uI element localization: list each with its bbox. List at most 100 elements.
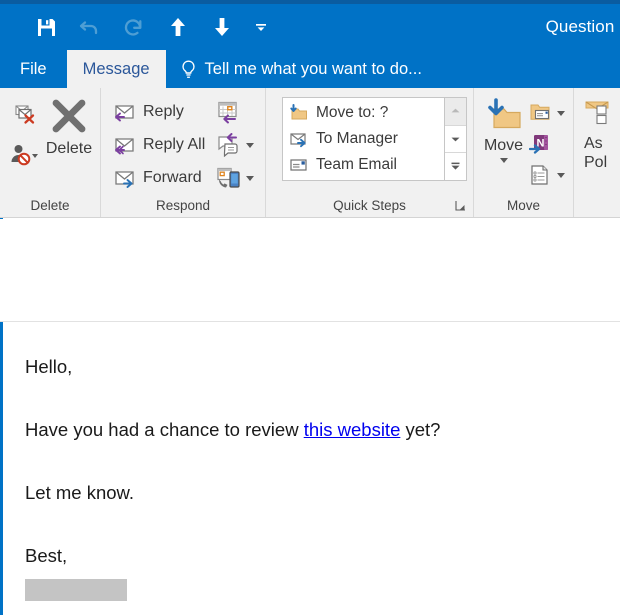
reply-button[interactable]: Reply — [107, 96, 209, 128]
save-icon — [37, 18, 55, 36]
move-button-label: Move — [483, 137, 524, 154]
scroll-down-icon — [451, 137, 460, 142]
ribbon: Delete Delete Reply Reply All Forward Re… — [0, 88, 620, 218]
move-to-folder-icon — [290, 104, 307, 120]
ribbon-group-label-quick-steps-text: Quick Steps — [333, 198, 406, 213]
body-line-let-me-know: Let me know. — [25, 482, 135, 503]
ribbon-group-label-quick-steps: Quick Steps — [266, 195, 473, 217]
meeting-calendar-icon — [218, 101, 237, 124]
ribbon-group-tags: As Pol — [574, 88, 620, 217]
reply-all-envelope-icon — [115, 138, 134, 155]
redo-button[interactable] — [112, 7, 156, 47]
body-line-question: Have you had a chance to review this web… — [25, 418, 620, 442]
chevron-down-icon[interactable] — [246, 175, 255, 181]
ignore-button[interactable] — [6, 98, 44, 132]
chevron-down-icon[interactable] — [499, 158, 508, 163]
tab-message[interactable]: Message — [66, 50, 166, 88]
forward-button[interactable]: Forward — [107, 162, 209, 194]
tell-me-search[interactable]: Tell me what you want to do... — [166, 50, 436, 88]
undo-button[interactable] — [68, 7, 112, 47]
ribbon-group-respond: Reply Reply All Forward Respond — [101, 88, 266, 217]
reply-label: Reply — [143, 103, 184, 120]
ribbon-group-move: Move N Move — [474, 88, 574, 217]
quick-steps-gallery: Move to: ? To Manager Team Email — [282, 97, 467, 181]
quick-step-team-email[interactable]: Team Email — [283, 152, 444, 178]
rules-folder-icon — [530, 104, 550, 120]
tab-file[interactable]: File — [0, 50, 67, 88]
chevron-down-icon[interactable] — [557, 110, 565, 116]
forward-label: Forward — [143, 169, 202, 186]
ribbon-tab-strip: File Message Tell me what you want to do… — [0, 50, 620, 88]
quick-step-to-manager[interactable]: To Manager — [283, 126, 444, 152]
next-item-button[interactable] — [200, 7, 244, 47]
quick-steps-more-button[interactable] — [445, 153, 466, 180]
quick-access-toolbar — [24, 4, 278, 50]
junk-button[interactable] — [6, 138, 44, 172]
ribbon-group-quick-steps: Move to: ? To Manager Team Email Quick S… — [266, 88, 474, 217]
reply-all-label: Reply All — [143, 136, 206, 153]
dialog-launcher-icon — [455, 201, 465, 211]
body-line-greeting: Hello, — [25, 356, 73, 377]
previous-item-button[interactable] — [156, 7, 200, 47]
body-text-before-link: Have you had a chance to review — [25, 419, 304, 440]
delete-button-label: Delete — [45, 140, 93, 157]
delete-button[interactable]: Delete — [44, 94, 94, 158]
onenote-button[interactable]: N — [527, 129, 567, 159]
undo-icon — [79, 20, 98, 34]
signature-name-redacted — [25, 579, 127, 601]
message-body[interactable]: Hello, Have you had a chance to review t… — [3, 323, 620, 615]
down-arrow-icon — [215, 18, 229, 36]
quick-steps-dialog-launcher[interactable] — [454, 198, 468, 212]
junk-person-icon — [11, 145, 38, 166]
more-respond-options-button[interactable] — [213, 129, 257, 161]
ribbon-group-delete: Delete Delete — [0, 88, 101, 217]
forward-envelope-icon — [115, 171, 134, 188]
quick-steps-scrollbar[interactable] — [444, 98, 466, 180]
chat-bubble-icon — [218, 133, 238, 157]
reply-by-phone-button[interactable] — [213, 162, 257, 194]
scroll-up-icon — [451, 108, 460, 113]
assign-policy-envelope-icon — [585, 101, 609, 125]
rules-button[interactable] — [527, 98, 567, 128]
reply-all-button[interactable]: Reply All — [107, 129, 209, 161]
body-text-after-link: yet? — [400, 419, 441, 440]
actions-document-icon — [531, 165, 548, 185]
quick-step-to-manager-label: To Manager — [316, 130, 398, 147]
assign-policy-label-line1: As — [584, 135, 603, 152]
body-hyperlink[interactable]: this website — [304, 419, 401, 440]
phone-device-icon — [217, 167, 240, 188]
body-line-signoff: Best, — [25, 545, 68, 566]
meeting-button[interactable] — [213, 96, 257, 128]
actions-button[interactable] — [527, 160, 567, 190]
save-button[interactable] — [24, 7, 68, 47]
onenote-icon: N — [529, 135, 548, 154]
chevron-down-icon[interactable] — [246, 142, 255, 148]
to-manager-envelope-icon — [290, 133, 306, 148]
ribbon-group-label-tags — [574, 195, 620, 217]
move-button[interactable]: Move — [480, 94, 527, 163]
quick-steps-scroll-up-button[interactable] — [445, 98, 466, 126]
up-arrow-icon — [171, 18, 185, 36]
tell-me-placeholder: Tell me what you want to do... — [204, 59, 422, 78]
quick-step-move-to-label: Move to: ? — [316, 104, 389, 121]
chevron-down-icon[interactable] — [557, 172, 565, 178]
message-header: Question — [0, 219, 620, 527]
outlook-message-window: Question File Message Tell me what you w… — [0, 0, 620, 615]
customize-quick-access-toolbar-button[interactable] — [244, 7, 278, 47]
reply-envelope-icon — [115, 105, 134, 122]
ribbon-group-label-delete: Delete — [30, 198, 70, 213]
ignore-icon — [15, 105, 35, 124]
delete-x-icon — [52, 99, 86, 133]
quick-step-move-to[interactable]: Move to: ? — [283, 100, 444, 126]
assign-policy-label-line2: Pol — [584, 154, 608, 171]
assign-policy-button[interactable]: As Pol — [580, 94, 620, 172]
more-expand-icon — [451, 162, 460, 170]
move-folder-icon — [487, 98, 521, 129]
quick-steps-scroll-down-button[interactable] — [445, 126, 466, 154]
lightbulb-icon — [181, 59, 195, 78]
team-email-icon — [290, 159, 307, 171]
redo-icon — [124, 18, 142, 36]
quick-step-team-email-label: Team Email — [316, 156, 397, 173]
chevron-down-icon — [256, 24, 266, 31]
ribbon-group-label-move: Move — [506, 198, 540, 213]
